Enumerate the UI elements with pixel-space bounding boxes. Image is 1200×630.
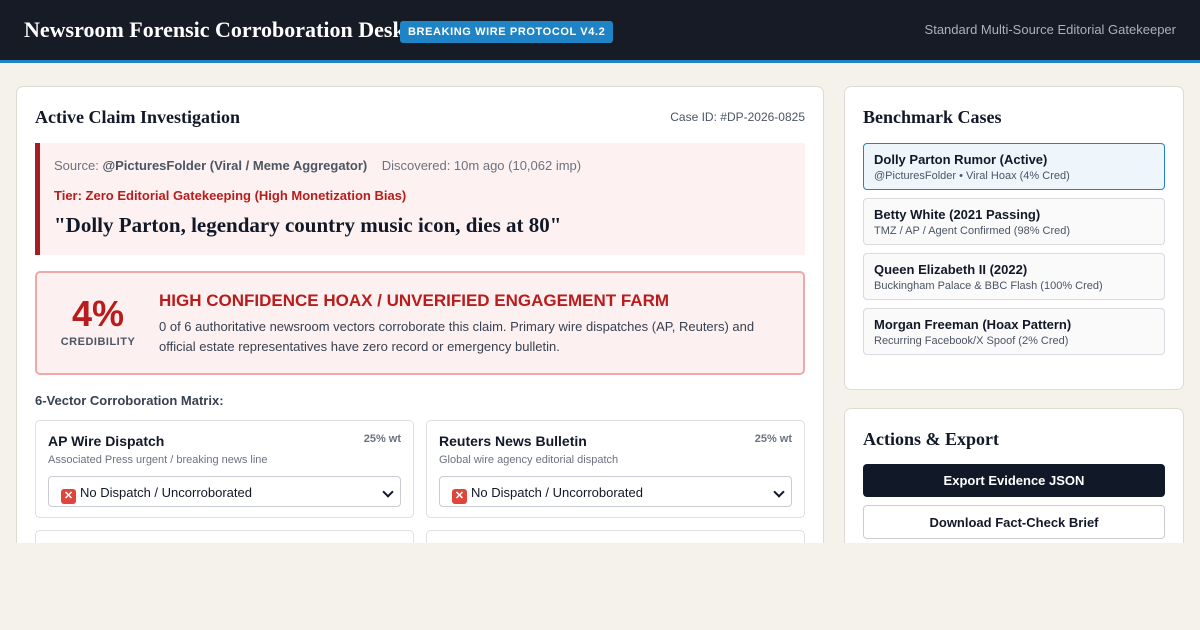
benchmark-name: Morgan Freeman (Hoax Pattern): [874, 317, 1072, 332]
benchmark-item-dolly-parton[interactable]: Dolly Parton Rumor (Active) @PicturesFol…: [863, 143, 1165, 190]
benchmark-cases-card: Benchmark Cases Dolly Parton Rumor (Acti…: [844, 86, 1184, 390]
benchmark-detail: Buckingham Palace & BBC Flash (100% Cred…: [874, 280, 1103, 292]
ap-status-select[interactable]: ✕ No Dispatch / Uncorroborated: [48, 476, 401, 507]
vector-description: Associated Press urgent / breaking news …: [48, 454, 268, 466]
benchmark-name: Dolly Parton Rumor (Active): [874, 152, 1048, 167]
ap-status-label: No Dispatch / Uncorroborated: [80, 485, 252, 500]
vector-description: Global wire agency editorial dispatch: [439, 454, 619, 466]
vector-name: AP Wire Dispatch: [48, 433, 165, 449]
claim-source: @PicturesFolder (Viral / Meme Aggregator…: [102, 158, 368, 173]
benchmark-detail: @PicturesFolder • Viral Hoax (4% Cred): [874, 170, 1070, 182]
vector-weight: 25% wt: [363, 433, 401, 445]
vector-name: Reuters News Bulletin: [439, 433, 587, 449]
actions-export-card: Actions & Export Export Evidence JSON Do…: [844, 408, 1184, 543]
content-viewport[interactable]: Active Claim Investigation Case ID: #DP-…: [0, 66, 1200, 543]
benchmark-item-morgan-freeman[interactable]: Morgan Freeman (Hoax Pattern) Recurring …: [863, 308, 1165, 355]
vector-card-4: [426, 530, 805, 543]
case-id: Case ID: #DP-2026-0825: [670, 110, 805, 124]
source-label: Source:: [54, 158, 99, 173]
chevron-down-icon: [773, 486, 785, 498]
vector-card-3: [35, 530, 414, 543]
vector-card-ap: AP Wire Dispatch 25% wt Associated Press…: [35, 420, 414, 518]
vector-card-reuters: Reuters News Bulletin 25% wt Global wire…: [426, 420, 805, 518]
benchmark-name: Queen Elizabeth II (2022): [874, 262, 1028, 277]
x-mark-icon: ✕: [452, 489, 467, 504]
reuters-status-value: ✕ No Dispatch / Uncorroborated: [452, 485, 643, 504]
benchmark-name: Betty White (2021 Passing): [874, 207, 1041, 222]
ap-status-value: ✕ No Dispatch / Uncorroborated: [61, 485, 252, 504]
reuters-status-select[interactable]: ✕ No Dispatch / Uncorroborated: [439, 476, 792, 507]
top-bar: Newsroom Forensic Corroboration Desk BRE…: [0, 0, 1200, 63]
chevron-down-icon: [382, 486, 394, 498]
verdict-body: 0 of 6 authoritative newsroom vectors co…: [159, 319, 755, 354]
header-subtitle: Standard Multi-Source Editorial Gatekeep…: [924, 22, 1176, 37]
claim-tier: Tier: Zero Editorial Gatekeeping (High M…: [54, 188, 407, 203]
benchmark-item-queen-elizabeth[interactable]: Queen Elizabeth II (2022) Buckingham Pal…: [863, 253, 1165, 300]
benchmark-detail: Recurring Facebook/X Spoof (2% Cred): [874, 335, 1069, 347]
verdict-panel: 4% CREDIBILITY HIGH CONFIDENCE HOAX / UN…: [35, 271, 805, 375]
credibility-score: 4%: [71, 293, 125, 334]
credibility-label: CREDIBILITY: [60, 336, 136, 348]
reuters-status-label: No Dispatch / Uncorroborated: [471, 485, 643, 500]
verdict-title: HIGH CONFIDENCE HOAX / UNVERIFIED ENGAGE…: [159, 291, 670, 310]
app-title: Newsroom Forensic Corroboration Desk: [24, 17, 405, 42]
benchmarks-title: Benchmark Cases: [863, 107, 1002, 127]
claim-meta: Source: @PicturesFolder (Viral / Meme Ag…: [54, 158, 581, 173]
active-claim-card: Active Claim Investigation Case ID: #DP-…: [16, 86, 824, 543]
benchmark-item-betty-white[interactable]: Betty White (2021 Passing) TMZ / AP / Ag…: [863, 198, 1165, 245]
benchmark-detail: TMZ / AP / Agent Confirmed (98% Cred): [874, 225, 1071, 237]
investigation-title: Active Claim Investigation: [35, 107, 240, 127]
claim-panel: Source: @PicturesFolder (Viral / Meme Ag…: [35, 143, 805, 255]
export-evidence-json-button[interactable]: Export Evidence JSON: [863, 464, 1165, 497]
protocol-badge: BREAKING WIRE PROTOCOL V4.2: [400, 21, 614, 43]
claim-quote: "Dolly Parton, legendary country music i…: [54, 213, 562, 237]
vector-weight: 25% wt: [754, 433, 792, 445]
download-fact-check-brief-button[interactable]: Download Fact-Check Brief: [863, 505, 1165, 539]
actions-title: Actions & Export: [863, 429, 999, 449]
claim-discovered: Discovered: 10m ago (10,062 imp): [381, 158, 582, 173]
x-mark-icon: ✕: [61, 489, 76, 504]
matrix-label: 6-Vector Corroboration Matrix:: [35, 393, 224, 408]
